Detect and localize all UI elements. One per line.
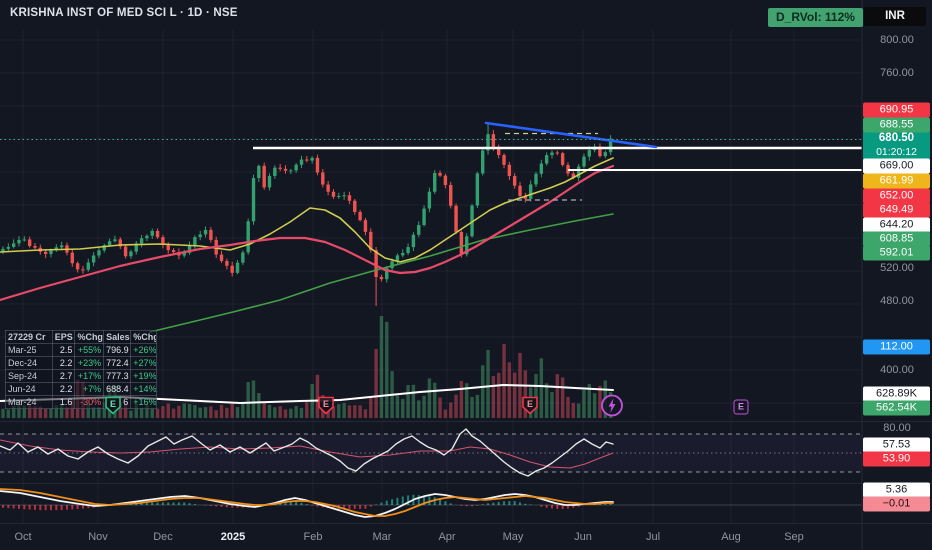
price-badge: 592.01 bbox=[863, 245, 930, 261]
current-price-value: 680.50 bbox=[878, 132, 915, 144]
axis-time-label: Dec bbox=[153, 531, 173, 543]
table-cell: 2.5 bbox=[51, 343, 76, 357]
price-badge: 649.49 bbox=[863, 202, 930, 218]
table-row: Mar-25 2.5 +55% 796.9 +26% bbox=[5, 343, 157, 357]
svg-text:E: E bbox=[527, 399, 533, 409]
fundamentals-table: 27229 Cr EPS %Chg Sales %Chg Mar-25 2.5 +55% 796… bbox=[5, 330, 157, 409]
svg-text:E: E bbox=[323, 399, 329, 409]
table-row: Jun-24 2.2 +7% 688.4 +14% bbox=[5, 382, 157, 396]
svg-text:E: E bbox=[110, 399, 116, 409]
table-cell: 772.4 bbox=[103, 356, 132, 370]
price-badge: 690.95 bbox=[863, 102, 930, 118]
price-badge: 5.36 bbox=[863, 482, 930, 498]
table-header-cell: 27229 Cr bbox=[5, 330, 53, 344]
table-row: Dec-24 2.2 +23% 772.4 +27% bbox=[5, 356, 157, 370]
bar-countdown-timer: 01:20:12 bbox=[876, 146, 917, 158]
axis-price-label: 760.00 bbox=[880, 67, 914, 79]
table-cell: 2.7 bbox=[51, 369, 76, 383]
axis-price-label: 400.00 bbox=[880, 364, 914, 376]
axis-time-label: Oct bbox=[14, 531, 32, 543]
table-header-cell: EPS bbox=[51, 330, 76, 344]
flash-event-icon[interactable] bbox=[600, 394, 624, 423]
table-cell: +16% bbox=[130, 395, 157, 409]
axis-time-label: May bbox=[502, 531, 524, 543]
price-badge: 628.89K bbox=[863, 386, 930, 402]
price-badge: 112.00 bbox=[863, 339, 930, 355]
current-price-countdown: 680.50 01:20:12 bbox=[863, 131, 930, 160]
earnings-shield-icon[interactable]: E bbox=[105, 396, 122, 420]
axis-price-label: 80.00 bbox=[883, 422, 911, 434]
axis-time-label: Feb bbox=[303, 531, 323, 543]
axis-time-label: Nov bbox=[88, 531, 108, 543]
chart-canvas[interactable] bbox=[0, 0, 932, 550]
earnings-shield-icon[interactable]: E bbox=[318, 396, 335, 420]
table-cell: +55% bbox=[74, 343, 105, 357]
symbol-title[interactable]: KRISHNA INST OF MED SCI L · 1D · NSE bbox=[10, 7, 238, 19]
earnings-shield-icon[interactable]: E bbox=[522, 396, 539, 420]
table-cell: Sep-24 bbox=[5, 369, 53, 383]
table-cell: +27% bbox=[130, 356, 157, 370]
table-cell: +7% bbox=[74, 382, 105, 396]
price-badge: 57.53 bbox=[863, 437, 930, 453]
price-badge: −0.01 bbox=[863, 496, 930, 512]
axis-price-label: 480.00 bbox=[880, 295, 914, 307]
table-cell: 777.3 bbox=[103, 369, 132, 383]
table-cell: Jun-24 bbox=[5, 382, 53, 396]
chart-window: KRISHNA INST OF MED SCI L · 1D · NSE D_R… bbox=[0, 0, 932, 550]
axis-time-label: Mar bbox=[372, 531, 392, 543]
price-badge: 53.90 bbox=[863, 451, 930, 467]
table-cell: +14% bbox=[130, 382, 157, 396]
table-cell: Mar-25 bbox=[5, 343, 53, 357]
table-cell: +23% bbox=[74, 356, 105, 370]
rvol-indicator-badge[interactable]: D_RVol: 112% bbox=[768, 8, 863, 27]
table-row: Mar-24 1.6 -30% 6 +16% bbox=[5, 395, 157, 409]
axis-time-label: 2025 bbox=[220, 531, 246, 543]
table-cell: Dec-24 bbox=[5, 356, 53, 370]
price-badge: 562.54K bbox=[863, 400, 930, 416]
table-cell: +26% bbox=[130, 343, 157, 357]
axis-time-label: Jul bbox=[645, 531, 661, 543]
table-cell: 688.4 bbox=[103, 382, 132, 396]
axis-price-label: 520.00 bbox=[880, 262, 914, 274]
price-badge: 661.99 bbox=[863, 173, 930, 189]
table-header-cell: %Chg bbox=[74, 330, 105, 344]
price-badge: 669.00 bbox=[863, 158, 930, 174]
price-badge: 644.20 bbox=[863, 217, 930, 232]
table-cell: +17% bbox=[74, 369, 105, 383]
axis-time-label: Aug bbox=[721, 531, 741, 543]
upcoming-earnings-icon[interactable]: E bbox=[733, 399, 749, 415]
price-badge: 608.85 bbox=[863, 231, 930, 247]
table-cell: 2.2 bbox=[51, 382, 76, 396]
axis-time-label: Sep bbox=[784, 531, 804, 543]
table-cell: +19% bbox=[130, 369, 157, 383]
axis-price-label: 800.00 bbox=[880, 34, 914, 46]
price-badge: 688.55 bbox=[863, 117, 930, 132]
table-cell: -30% bbox=[74, 395, 105, 409]
table-row: Sep-24 2.7 +17% 777.3 +19% bbox=[5, 369, 157, 383]
table-header-cell: %Chg bbox=[130, 330, 157, 344]
table-cell: 1.6 bbox=[51, 395, 76, 409]
axis-time-label: Apr bbox=[438, 531, 456, 543]
axis-time-label: Jun bbox=[574, 531, 592, 543]
price-badge: 652.00 bbox=[863, 188, 930, 204]
table-cell: 796.9 bbox=[103, 343, 132, 357]
table-header-cell: Sales bbox=[103, 330, 132, 344]
table-cell: 2.2 bbox=[51, 356, 76, 370]
table-cell: Mar-24 bbox=[5, 395, 53, 409]
currency-button[interactable]: INR bbox=[864, 7, 926, 26]
